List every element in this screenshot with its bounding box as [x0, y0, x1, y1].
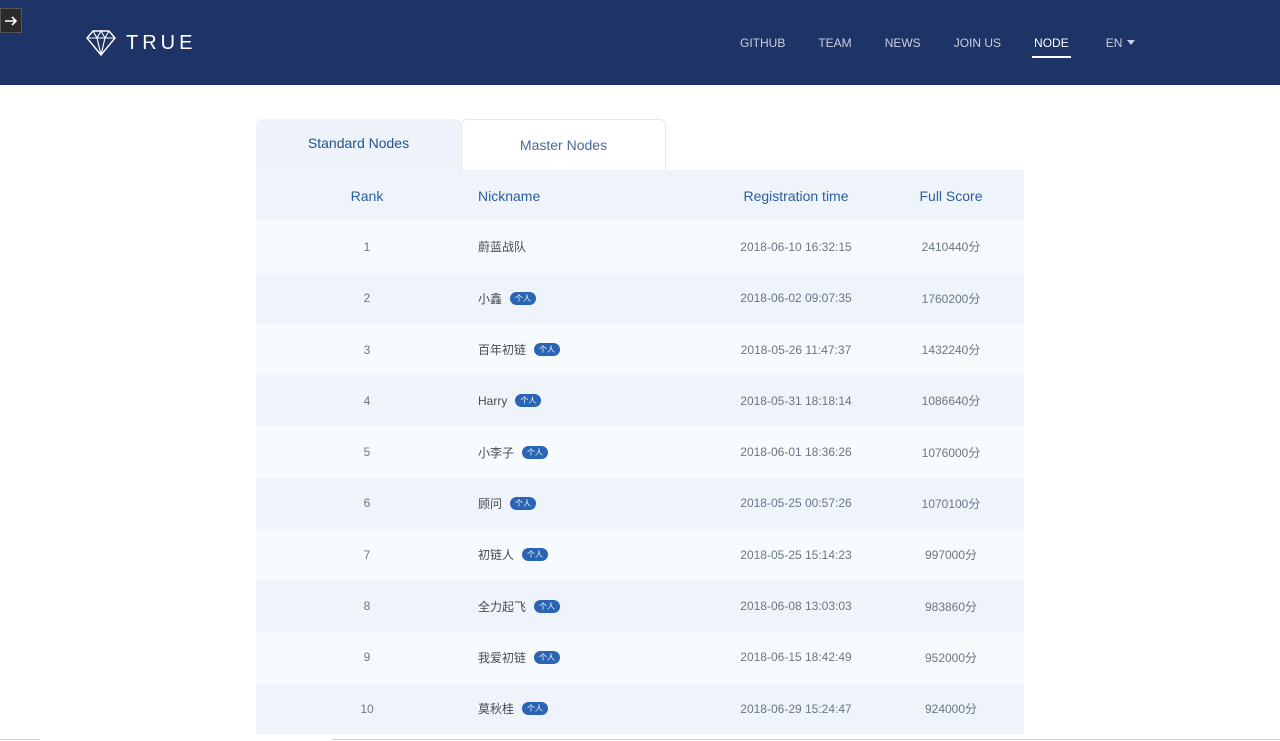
- score-cell: 2410440分: [921, 240, 981, 255]
- main-nav: GITHUB TEAM NEWS JOIN US NODE EN: [740, 0, 1168, 85]
- registration-time-cell: 2018-05-25 00:57:26: [740, 496, 852, 511]
- registration-time-cell: 2018-06-29 15:24:47: [740, 701, 852, 716]
- rank-cell: 9: [363, 650, 371, 665]
- score-cell: 1432240分: [921, 343, 981, 358]
- diamond-logo-icon: [86, 30, 116, 56]
- personal-badge: 个人: [522, 445, 549, 459]
- rank-cell: 7: [363, 547, 371, 562]
- nickname-text: 小鑫: [478, 291, 503, 306]
- tab-standard-nodes[interactable]: Standard Nodes: [256, 119, 461, 170]
- nickname-text: 莫秋桂: [478, 702, 515, 717]
- nickname-text: 顾问: [478, 496, 503, 511]
- nickname-cell: Harry 个人: [478, 394, 714, 408]
- nickname-text: 小李子: [478, 445, 515, 460]
- table-row: 6 顾问 个人 2018-05-25 00:57:26 1070100分: [256, 477, 1024, 530]
- language-label: EN: [1105, 35, 1123, 50]
- nickname-cell: 顾问 个人: [478, 495, 714, 512]
- language-selector[interactable]: EN: [1106, 0, 1136, 85]
- score-cell: 1086640分: [921, 394, 981, 409]
- personal-badge: 个人: [522, 702, 549, 716]
- score-cell: 1076000分: [921, 445, 981, 460]
- rank-cell: 2: [363, 291, 371, 306]
- score-cell: 1760200分: [921, 291, 981, 306]
- personal-badge: 个人: [510, 291, 537, 305]
- nickname-cell: 蔚蓝战队: [478, 238, 714, 255]
- rank-cell: 4: [363, 393, 371, 408]
- nickname-cell: 小鑫 个人: [478, 290, 714, 307]
- arrow-right-icon: [5, 15, 18, 26]
- registration-time-cell: 2018-06-02 09:07:35: [740, 291, 852, 306]
- score-cell: 924000分: [924, 702, 978, 717]
- score-cell: 997000分: [924, 548, 978, 563]
- nickname-text: 我爱初链: [478, 650, 527, 665]
- nickname-cell: 莫秋桂 个人: [478, 700, 714, 717]
- ranking-table: Rank Nickname Registration time Full Sco…: [256, 170, 1024, 735]
- site-header: TRUE GITHUB TEAM NEWS JOIN US NODE EN: [0, 0, 1280, 85]
- registration-time-cell: 2018-06-10 16:32:15: [740, 239, 852, 254]
- table-row: 2 小鑫 个人 2018-06-02 09:07:35 1760200分: [256, 272, 1024, 324]
- table-row: 8 全力起飞 个人 2018-06-08 13:03:03 983860分: [256, 580, 1024, 632]
- node-tabs: Standard Nodes Master Nodes: [256, 119, 1024, 170]
- nickname-cell: 全力起飞 个人: [478, 598, 714, 615]
- personal-badge: 个人: [534, 599, 561, 613]
- nickname-cell: 初链人 个人: [478, 546, 714, 563]
- table-row: 9 我爱初链 个人 2018-06-15 18:42:49 952000分: [256, 631, 1024, 683]
- rank-cell: 10: [360, 701, 374, 716]
- nickname-cell: 百年初链 个人: [478, 341, 714, 358]
- nav-item-node[interactable]: NODE: [1032, 0, 1071, 85]
- rank-cell: 3: [363, 342, 371, 357]
- nickname-text: 初链人: [478, 548, 515, 563]
- nickname-text: Harry: [478, 393, 508, 408]
- rank-cell: 5: [363, 445, 371, 460]
- table-row: 10 莫秋桂 个人 2018-06-29 15:24:47 924000分: [256, 682, 1024, 735]
- registration-time-cell: 2018-06-01 18:36:26: [740, 445, 852, 460]
- nickname-text: 蔚蓝战队: [478, 240, 527, 255]
- registration-time-cell: 2018-06-15 18:42:49: [740, 650, 852, 665]
- registration-time-cell: 2018-06-08 13:03:03: [740, 599, 852, 614]
- nickname-cell: 小李子 个人: [478, 444, 714, 461]
- registration-time-cell: 2018-05-26 11:47:37: [740, 342, 852, 357]
- personal-badge: 个人: [510, 496, 537, 510]
- header-nickname: Nickname: [478, 187, 541, 204]
- header-rank: Rank: [350, 187, 384, 204]
- brand-name: TRUE: [126, 31, 197, 54]
- table-row: 4 Harry 个人 2018-05-31 18:18:14 1086640分: [256, 375, 1024, 427]
- nickname-text: 全力起飞: [478, 599, 527, 614]
- table-row: 3 百年初链 个人 2018-05-26 11:47:37 1432240分: [256, 323, 1024, 376]
- nickname-cell: 我爱初链 个人: [478, 649, 714, 666]
- header-registration-time: Registration time: [743, 187, 849, 204]
- score-cell: 952000分: [924, 650, 978, 665]
- back-arrow-button[interactable]: [0, 8, 22, 33]
- table-row: 7 初链人 个人 2018-05-25 15:14:23 997000分: [256, 529, 1024, 581]
- nav-item-github[interactable]: GITHUB: [740, 0, 785, 85]
- tab-master-nodes[interactable]: Master Nodes: [461, 119, 666, 170]
- rank-cell: 6: [363, 496, 371, 511]
- personal-badge: 个人: [522, 548, 549, 562]
- nav-item-join-us[interactable]: JOIN US: [954, 0, 1001, 85]
- rank-cell: 1: [363, 239, 371, 254]
- nickname-text: 百年初链: [478, 343, 527, 358]
- table-header-row: Rank Nickname Registration time Full Sco…: [256, 170, 1024, 222]
- registration-time-cell: 2018-05-25 15:14:23: [740, 547, 852, 562]
- personal-badge: 个人: [534, 650, 561, 664]
- brand-logo[interactable]: TRUE: [86, 28, 196, 58]
- score-cell: 983860分: [924, 599, 978, 614]
- registration-time-cell: 2018-05-31 18:18:14: [740, 393, 852, 408]
- table-row: 1 蔚蓝战队 2018-06-10 16:32:15 2410440分: [256, 221, 1024, 273]
- personal-badge: 个人: [534, 343, 561, 357]
- score-cell: 1070100分: [921, 496, 981, 511]
- table-row: 5 小李子 个人 2018-06-01 18:36:26 1076000分: [256, 426, 1024, 478]
- nav-item-team[interactable]: TEAM: [818, 0, 851, 85]
- rank-cell: 8: [363, 599, 371, 614]
- personal-badge: 个人: [515, 394, 542, 408]
- nav-item-news[interactable]: NEWS: [885, 0, 921, 85]
- caret-down-icon: [1127, 40, 1136, 45]
- header-full-score: Full Score: [919, 187, 983, 204]
